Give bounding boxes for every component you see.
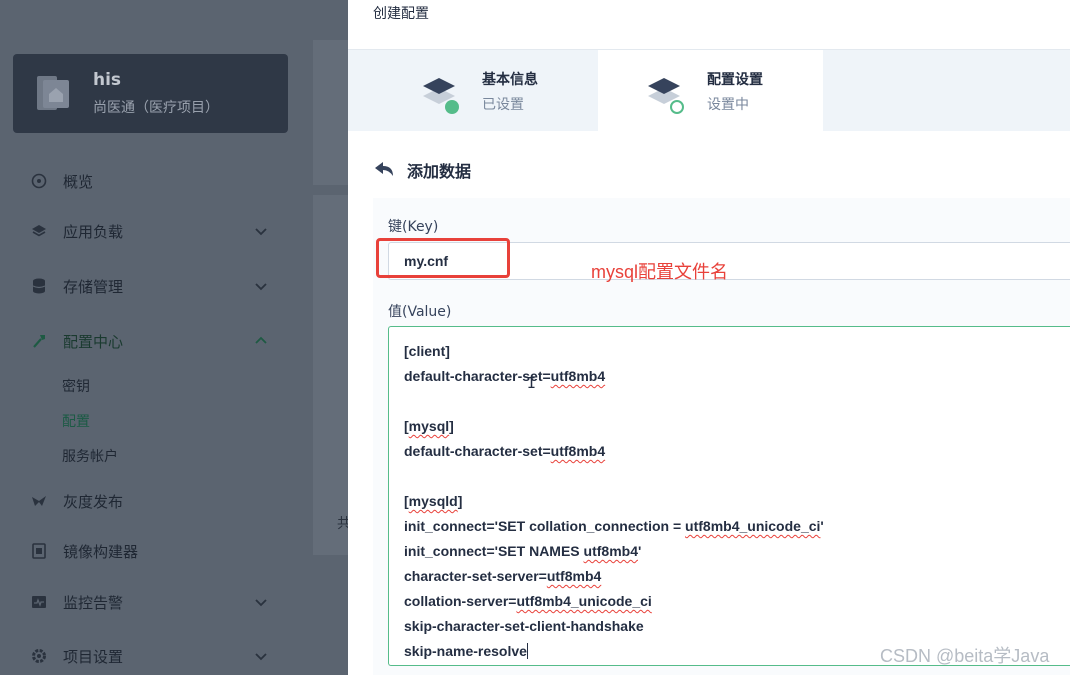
nav-label: 存储管理 [63,277,124,296]
step-title: 配置设置 [707,72,763,88]
key-label: 键(Key) [388,219,439,235]
sub-item-service-accounts[interactable]: 服务帐户 [62,446,118,466]
code-line: collation-server=utf8mb4_unicode_ci [404,593,652,609]
code-line: [client] [404,343,450,359]
nav-item-monitoring[interactable]: 监控告警 [0,587,348,617]
code-token: utf8mb4 [550,368,606,384]
nav-item-grayscale-release[interactable]: 灰度发布 [0,486,348,516]
text-caret [526,643,528,659]
project-card[interactable]: his 尚医通（医疗项目） [13,54,288,133]
sidebar: his 尚医通（医疗项目） 概览 应用负载 存储管理 配置中心 密钥 配置 服务… [0,0,348,675]
nav-item-storage[interactable]: 存储管理 [0,271,348,301]
wrench-icon [30,332,48,350]
section-header: 添加数据 [373,156,471,184]
background-card [313,40,348,185]
background-card: 共 [313,195,351,555]
code-line: default-character-set=utf8mb4 [404,443,606,459]
dashboard-icon [30,172,48,190]
code-line: init_connect='SET collation_connection =… [404,518,824,534]
chevron-down-icon [255,283,267,291]
nav-label: 项目设置 [63,647,124,666]
step-done-icon [423,78,459,114]
nav-item-project-settings[interactable]: 项目设置 [0,641,348,671]
nav-label: 监控告警 [63,593,124,612]
database-icon [30,277,48,295]
code-line: init_connect='SET NAMES utf8mb4' [404,543,642,559]
nav-label: 镜像构建器 [63,542,139,561]
project-description: 尚医通（医疗项目） [93,100,219,116]
steps-bar: 基本信息 已设置 配置设置 设置中 [348,49,1070,131]
chevron-down-icon [255,228,267,236]
chevron-down-icon [255,653,267,661]
nav-item-image-builder[interactable]: 镜像构建器 [0,536,348,566]
image-builder-icon [30,542,48,560]
annotation-text: mysql配置文件名 [591,262,729,282]
code-line: [mysqld] [404,493,463,509]
panel-title: 创建配置 [373,6,429,22]
nav-label: 配置中心 [63,332,124,351]
step-config-settings[interactable]: 配置设置 设置中 [598,50,823,131]
sub-item-secrets[interactable]: 密钥 [62,376,90,396]
value-textarea[interactable]: [client] default-character-set=utf8mb4 [… [388,326,1070,666]
chevron-down-icon [255,599,267,607]
project-name: his [93,70,122,90]
back-arrow-icon[interactable] [373,160,397,180]
value-label: 值(Value) [388,304,452,320]
code-line: default-character-set=utf8mb4 [404,368,606,384]
section-title: 添加数据 [407,162,472,181]
layers-icon [30,222,48,240]
code-line: character-set-server=utf8mb4 [404,568,602,584]
watermark: CSDN @beita学Java [880,646,1050,666]
project-icon [37,76,69,110]
monitor-icon [30,593,48,611]
step-title: 基本信息 [482,72,538,88]
code-line: skip-character-set-client-handshake [404,618,644,634]
step-active-icon [648,78,684,114]
sub-item-configmaps[interactable]: 配置 [62,411,90,431]
step-status: 已设置 [482,97,524,113]
nav-item-config-center[interactable]: 配置中心 [0,326,348,356]
mouse-ibeam-cursor-icon: I [527,374,537,392]
bird-icon [30,492,48,510]
nav-label: 应用负载 [63,222,124,241]
step-status: 设置中 [707,97,749,113]
nav-item-workloads[interactable]: 应用负载 [0,216,348,246]
nav-label: 概览 [63,172,94,191]
annotation-highlight-box [376,238,510,278]
step-basic-info[interactable]: 基本信息 已设置 [373,50,598,131]
nav-label: 灰度发布 [63,492,124,511]
nav-item-overview[interactable]: 概览 [0,166,348,196]
code-line: [mysql] [404,418,454,434]
chevron-up-icon [255,336,267,344]
settings-icon [30,647,48,665]
